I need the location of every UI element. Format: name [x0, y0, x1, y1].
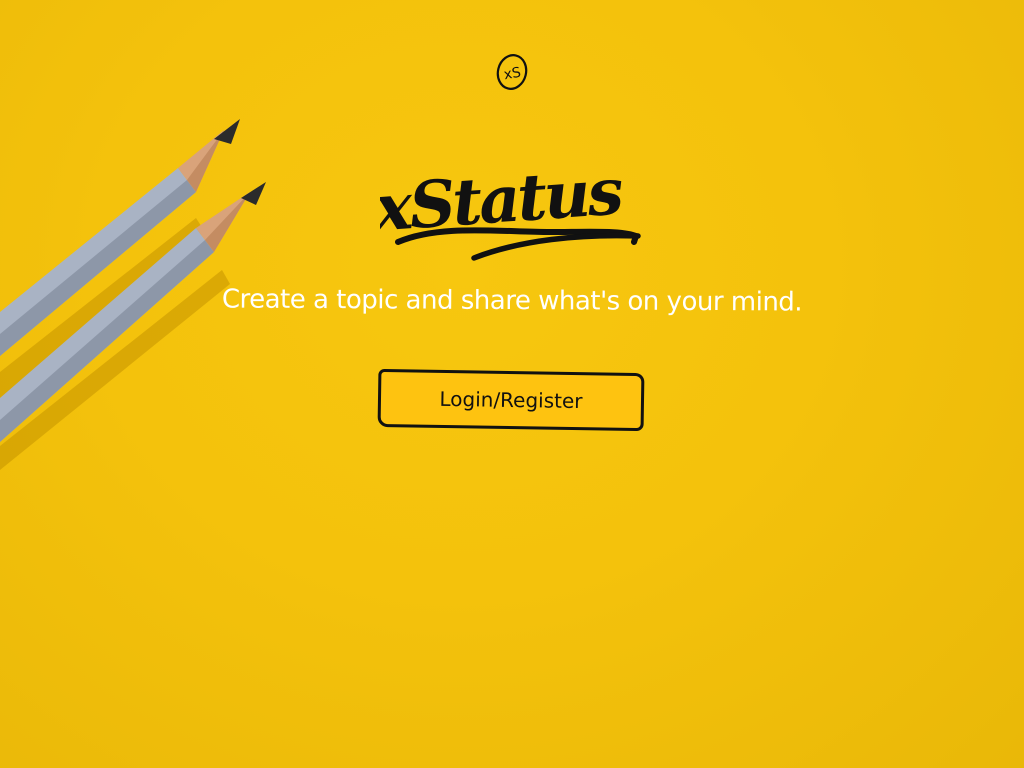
- xstatus-wordmark: xStatus: [380, 154, 641, 261]
- xs-logo-icon: xS: [492, 50, 532, 94]
- login-register-button[interactable]: Login/Register: [377, 368, 645, 432]
- pencils-icon: [0, 119, 266, 470]
- tagline: Create a topic and share what's on your …: [221, 284, 803, 318]
- logo-badge-text: xS: [503, 65, 523, 84]
- login-register-label: Login/Register: [439, 386, 583, 414]
